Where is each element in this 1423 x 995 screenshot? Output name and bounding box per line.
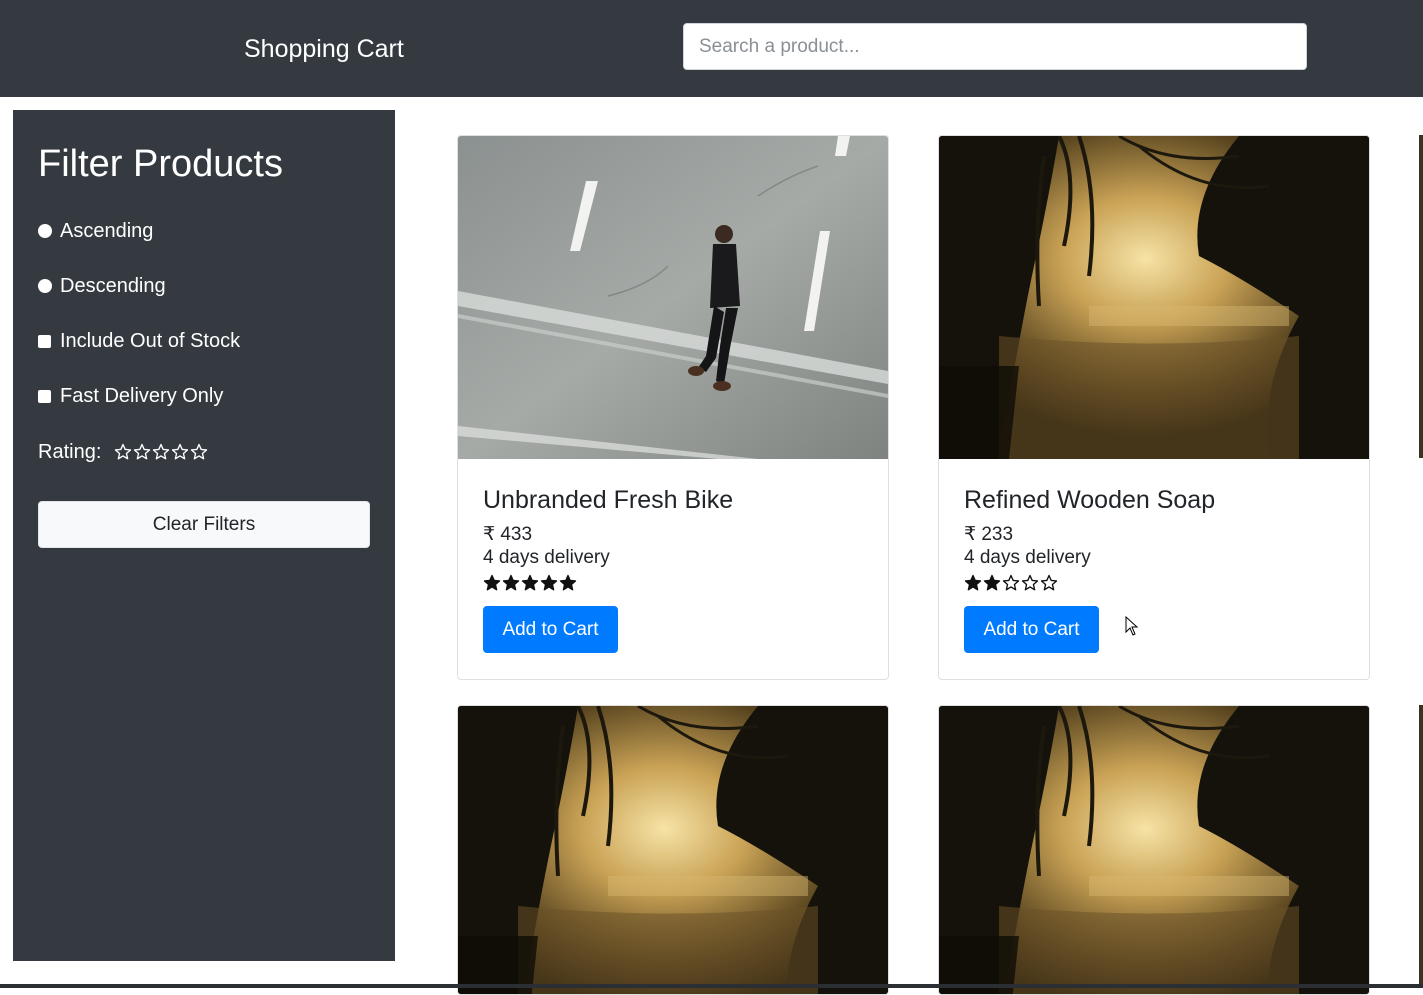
rating-stars[interactable]	[114, 443, 208, 461]
filled-star-icon	[964, 574, 982, 592]
fast-delivery-label: Fast Delivery Only	[60, 384, 224, 407]
descending-label: Descending	[60, 274, 166, 297]
product-delivery: 4 days delivery	[483, 547, 610, 568]
empty-star-icon	[1021, 574, 1039, 592]
rating-star-icon[interactable]	[171, 443, 189, 461]
product-name: Refined Wooden Soap	[964, 486, 1216, 514]
fast-delivery-checkbox[interactable]	[38, 389, 51, 403]
filled-star-icon	[483, 574, 501, 592]
product-image	[939, 136, 1369, 459]
filled-star-icon	[502, 574, 520, 592]
descending-radio[interactable]	[38, 279, 52, 293]
filled-star-icon	[559, 574, 577, 592]
product-delivery: 4 days delivery	[964, 547, 1091, 568]
partial-product-image	[1419, 135, 1423, 458]
out-of-stock-checkbox[interactable]	[38, 334, 51, 348]
product-card: Refined Wooden Soap ₹ 233 4 days deliver…	[938, 135, 1370, 680]
product-image	[458, 706, 888, 994]
out-of-stock-option[interactable]: Include Out of Stock	[38, 328, 240, 354]
fast-delivery-option[interactable]: Fast Delivery Only	[38, 383, 223, 409]
clear-filters-button[interactable]: Clear Filters	[38, 501, 370, 548]
product-image	[458, 136, 888, 459]
out-of-stock-label: Include Out of Stock	[60, 329, 241, 352]
product-name: Unbranded Fresh Bike	[483, 486, 734, 514]
search-input[interactable]	[683, 23, 1307, 70]
rating-star-icon[interactable]	[133, 443, 151, 461]
ascending-label: Ascending	[60, 219, 154, 242]
sort-ascending-option[interactable]: Ascending	[38, 218, 153, 244]
rating-label: Rating:	[38, 440, 102, 463]
product-price: ₹ 433	[483, 524, 533, 545]
sort-descending-option[interactable]: Descending	[38, 273, 166, 299]
partial-product-image	[1419, 705, 1423, 988]
product-rating	[483, 574, 577, 592]
filled-star-icon	[540, 574, 558, 592]
navbar: Shopping Cart	[0, 0, 1423, 97]
filter-sidebar: Filter Products Ascending Descending Inc…	[13, 110, 395, 961]
product-card	[457, 705, 889, 995]
rating-star-icon[interactable]	[190, 443, 208, 461]
rating-star-icon[interactable]	[152, 443, 170, 461]
filled-star-icon	[521, 574, 539, 592]
product-card	[938, 705, 1370, 995]
empty-star-icon	[1002, 574, 1020, 592]
filter-title: Filter Products	[38, 143, 283, 185]
rating-star-icon[interactable]	[114, 443, 132, 461]
add-to-cart-button[interactable]: Add to Cart	[964, 606, 1099, 653]
product-card: Unbranded Fresh Bike ₹ 433 4 days delive…	[457, 135, 889, 680]
ascending-radio[interactable]	[38, 224, 52, 238]
mouse-cursor-icon	[1125, 616, 1139, 636]
product-image	[939, 706, 1369, 994]
brand-title[interactable]: Shopping Cart	[244, 32, 404, 66]
bottom-edge	[0, 984, 1423, 988]
filled-star-icon	[983, 574, 1001, 592]
empty-star-icon	[1040, 574, 1058, 592]
rating-filter: Rating:	[38, 439, 208, 465]
product-price: ₹ 233	[964, 524, 1014, 545]
product-rating	[964, 574, 1058, 592]
product-card-body: Refined Wooden Soap ₹ 233 4 days deliver…	[939, 459, 1369, 679]
product-card-body: Unbranded Fresh Bike ₹ 433 4 days delive…	[458, 459, 888, 679]
add-to-cart-button[interactable]: Add to Cart	[483, 606, 618, 653]
